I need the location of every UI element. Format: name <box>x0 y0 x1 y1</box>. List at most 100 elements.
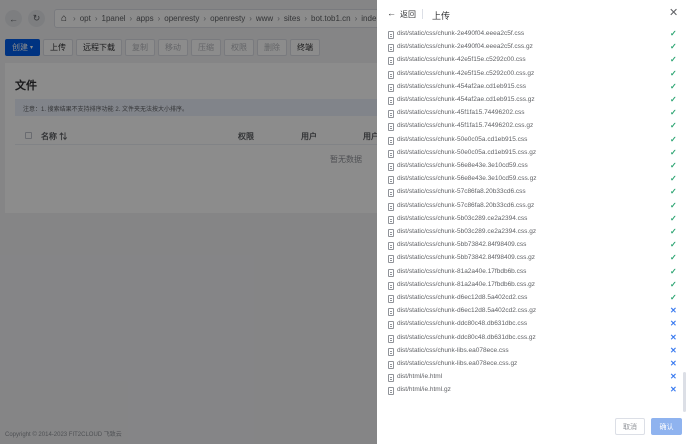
file-name: dist/static/css/chunk-56e8e43e.3e10cd59.… <box>397 175 537 183</box>
check-icon: ✓ <box>670 29 677 38</box>
file-name: dist/static/css/chunk-57c86fa8.20b33cd6.… <box>397 188 526 196</box>
file-icon <box>388 281 394 290</box>
check-icon: ✓ <box>670 147 677 157</box>
file-icon <box>388 163 394 171</box>
remove-icon[interactable]: ✕ <box>670 319 677 328</box>
list-item: dist/static/css/chunk-42e5f15e.c5292c00.… <box>377 55 690 69</box>
file-icon <box>388 176 394 185</box>
file-name: dist/static/css/chunk-45f1fa15.74496202.… <box>397 109 525 117</box>
list-item: dist/static/css/chunk-libs.ea078ece.css.… <box>377 359 690 373</box>
list-item: dist/static/css/chunk-d6ec12d8.5a402cd2.… <box>377 293 690 307</box>
file-icon <box>388 242 394 251</box>
file-name: dist/static/css/chunk-libs.ea078ece.css.… <box>397 360 518 367</box>
file-name: dist/static/css/chunk-81a2a40e.17fbdb6b.… <box>397 280 536 288</box>
file-icon <box>388 83 394 92</box>
file-icon <box>388 361 394 369</box>
remove-icon[interactable]: ✕ <box>670 359 677 368</box>
list-item: dist/static/css/chunk-454af2ae.cd1eb915.… <box>377 95 690 109</box>
file-name: dist/static/css/chunk-libs.ea078ece.css <box>397 346 509 354</box>
check-icon: ✓ <box>670 213 677 223</box>
file-name: dist/html/ie.html <box>397 373 443 381</box>
file-name: dist/static/css/chunk-d6ec12d8.5a402cd2.… <box>397 294 528 301</box>
file-icon <box>388 308 394 317</box>
file-icon <box>388 123 394 132</box>
check-icon: ✓ <box>670 293 677 302</box>
list-item: dist/static/css/chunk-5bb73842.84f98409.… <box>377 253 690 267</box>
file-name: dist/static/css/chunk-50e0c05a.cd1eb915.… <box>397 135 528 143</box>
file-name: dist/static/css/chunk-45f1fa15.74496202.… <box>397 122 534 130</box>
remove-icon[interactable]: ✕ <box>670 372 677 381</box>
check-icon: ✓ <box>670 55 677 65</box>
remove-icon[interactable]: ✕ <box>670 306 677 315</box>
back-button[interactable]: 返回 <box>400 9 416 20</box>
file-name: dist/static/css/chunk-50e0c05a.cd1eb915.… <box>397 148 537 156</box>
modal-overlay[interactable] <box>0 0 377 444</box>
list-item: dist/static/css/chunk-50e0c05a.cd1eb915.… <box>377 135 690 149</box>
cancel-button[interactable]: 取消 <box>615 418 645 435</box>
header-divider <box>422 9 423 19</box>
drawer-footer: 取消 确认 <box>377 414 690 444</box>
list-item: dist/static/css/chunk-42e5f15e.c5292c00.… <box>377 69 690 83</box>
file-name: dist/static/css/chunk-454af2ae.cd1eb915.… <box>397 96 535 103</box>
drawer-title: 上传 <box>432 11 451 21</box>
list-item: dist/static/css/chunk-5b03c289.ce2a2394.… <box>377 213 690 228</box>
list-item: dist/static/css/chunk-57c86fa8.20b33cd6.… <box>377 201 690 215</box>
check-icon: ✓ <box>670 266 677 276</box>
confirm-button[interactable]: 确认 <box>651 418 682 435</box>
list-item: dist/static/css/chunk-d6ec12d8.5a402cd2.… <box>377 306 690 320</box>
arrow-left-icon[interactable]: ← <box>387 8 396 18</box>
file-icon <box>388 136 394 145</box>
file-icon <box>388 215 394 224</box>
file-name: dist/html/ie.html.gz <box>397 386 451 394</box>
file-icon <box>388 334 394 343</box>
list-item: dist/html/ie.html.gz ✕ <box>377 385 690 399</box>
close-icon[interactable]: ✕ <box>669 6 678 19</box>
file-name: dist/static/css/chunk-42e5f15e.c5292c00.… <box>397 56 526 64</box>
file-icon <box>388 255 394 264</box>
check-icon: ✓ <box>670 95 677 104</box>
file-name: dist/static/css/chunk-ddc80c48.db631dbc.… <box>397 320 528 328</box>
file-icon <box>388 44 394 53</box>
list-item: dist/static/css/chunk-2e490f04.eeea2c5f.… <box>377 42 690 56</box>
file-name: dist/static/css/chunk-d6ec12d8.5a402cd2.… <box>397 307 537 315</box>
file-icon <box>388 31 394 39</box>
list-item: dist/static/css/chunk-45f1fa15.74496202.… <box>377 108 690 122</box>
file-icon <box>388 374 394 383</box>
list-item: dist/static/css/chunk-81a2a40e.17fbdb6b.… <box>377 280 690 294</box>
file-icon <box>388 97 394 105</box>
file-icon <box>388 321 394 330</box>
file-icon <box>388 229 394 237</box>
file-name: dist/static/css/chunk-454af2ae.cd1eb915.… <box>397 82 526 90</box>
check-icon: ✓ <box>670 121 677 131</box>
file-icon <box>388 57 394 66</box>
file-name: dist/static/css/chunk-42e5f15e.c5292c00.… <box>397 69 535 77</box>
file-name: dist/static/css/chunk-5bb73842.84f98409.… <box>397 241 527 249</box>
scrollbar[interactable] <box>683 372 686 412</box>
file-name: dist/static/css/chunk-5b03c289.ce2a2394.… <box>397 214 528 222</box>
list-item: dist/static/css/chunk-libs.ea078ece.css ✕ <box>377 346 690 360</box>
file-name: dist/static/css/chunk-81a2a40e.17fbdb6b.… <box>397 267 527 275</box>
remove-icon[interactable]: ✕ <box>670 385 677 394</box>
upload-drawer: ← 返回 上传 ✕ dist/static/css/chunk-2e490f04… <box>377 0 690 444</box>
check-icon: ✓ <box>670 42 677 52</box>
file-icon <box>388 70 394 79</box>
list-item: dist/static/css/chunk-81a2a40e.17fbdb6b.… <box>377 266 690 281</box>
file-name: dist/static/css/chunk-56e8e43e.3e10cd59.… <box>397 162 528 169</box>
file-name: dist/static/css/chunk-57c86fa8.20b33cd6.… <box>397 201 535 209</box>
check-icon: ✓ <box>670 81 677 91</box>
list-item: dist/static/css/chunk-5b03c289.ce2a2394.… <box>377 227 690 241</box>
file-icon <box>388 387 394 396</box>
check-icon: ✓ <box>670 187 677 197</box>
remove-icon[interactable]: ✕ <box>670 346 677 355</box>
file-icon <box>388 347 394 356</box>
drawer-header: ← 返回 上传 ✕ <box>377 0 690 27</box>
file-name: dist/static/css/chunk-2e490f04.eeea2c5f.… <box>397 43 533 51</box>
list-item: dist/static/css/chunk-56e8e43e.3e10cd59.… <box>377 161 690 175</box>
check-icon: ✓ <box>670 108 677 118</box>
file-icon <box>388 295 394 303</box>
file-icon <box>388 268 394 277</box>
check-icon: ✓ <box>670 161 677 170</box>
file-name: dist/static/css/chunk-2e490f04.eeea2c5f.… <box>397 30 525 37</box>
remove-icon[interactable]: ✕ <box>670 333 677 342</box>
file-icon <box>388 189 394 198</box>
